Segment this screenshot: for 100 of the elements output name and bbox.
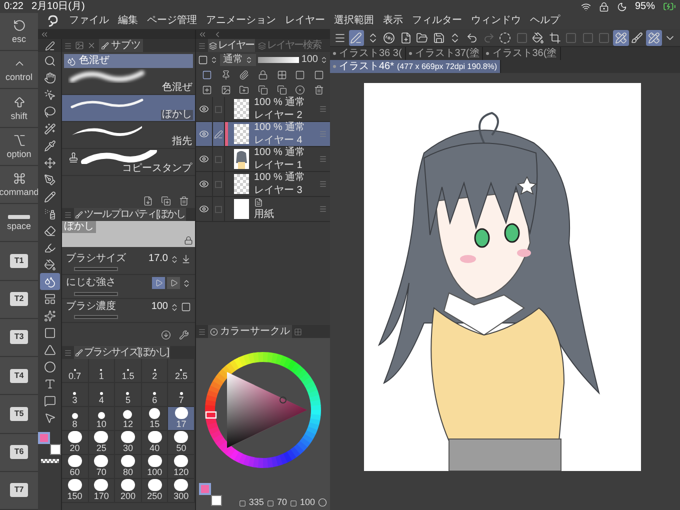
layer-panel-tab[interactable]: レイヤー <box>208 39 255 52</box>
brush-size-option[interactable]: 5 <box>115 383 142 407</box>
key-button[interactable]: space <box>0 204 38 242</box>
key-button[interactable]: T4 <box>0 357 38 396</box>
slider-track[interactable] <box>74 315 118 319</box>
menu-item[interactable]: 表示 <box>383 16 403 26</box>
toolbar-button[interactable] <box>348 30 364 46</box>
menu-item[interactable]: フィルター <box>412 16 462 26</box>
toolbar-button[interactable] <box>497 30 513 46</box>
color-swatch[interactable] <box>211 495 222 506</box>
brush-size-option[interactable]: 300 <box>168 479 195 503</box>
menu-item[interactable]: ファイル <box>69 16 109 26</box>
menu-item[interactable]: 編集 <box>118 16 138 26</box>
brush-size-option[interactable]: 150 <box>62 479 89 503</box>
key-button[interactable]: T2 <box>0 280 38 319</box>
brush-size-option[interactable]: 8 <box>62 407 89 431</box>
marker-icon <box>44 242 56 254</box>
key-button[interactable]: T3 <box>0 318 38 358</box>
menu-item[interactable]: ページ管理 <box>147 16 197 26</box>
toggle-option[interactable] <box>152 277 165 289</box>
layer-row[interactable]: 用紙 <box>196 197 330 222</box>
toolbar-button[interactable] <box>530 30 546 46</box>
brush-size-option[interactable]: 1.5 <box>115 359 142 383</box>
brush-size-option[interactable]: 2.5 <box>168 359 195 383</box>
brush-size-option[interactable]: 0.7 <box>62 359 89 383</box>
move-arrows-icon <box>44 156 56 168</box>
brush-size-option[interactable]: 70 <box>88 455 116 479</box>
brush-size-option[interactable]: 4 <box>88 383 116 407</box>
brush-size-option[interactable]: 40 <box>142 431 168 455</box>
key-button[interactable]: command <box>0 166 38 204</box>
brush-size-option[interactable]: 3 <box>62 383 89 407</box>
layer-row[interactable]: 100 % 通常 レイヤー 3 <box>196 172 330 197</box>
brush-size-option[interactable]: 17 <box>168 407 195 431</box>
color-swatch[interactable] <box>38 432 50 444</box>
layer-row[interactable]: 100 % 通常 レイヤー 4 <box>196 122 330 147</box>
key-button[interactable]: esc <box>0 13 38 52</box>
menu-item[interactable]: アニメーション <box>206 16 276 26</box>
opacity-slider[interactable] <box>258 56 300 62</box>
brush-size-option[interactable]: 250 <box>142 479 168 503</box>
tool-property-tab[interactable]: ツールプロパティ[ぼかし <box>74 208 186 221</box>
brush-size-option[interactable]: 50 <box>168 431 195 455</box>
brush-size-option[interactable]: 120 <box>168 455 195 479</box>
checkbox-icon[interactable] <box>215 180 222 188</box>
brush-size-option[interactable]: 170 <box>88 479 116 503</box>
sub-tool-tab[interactable]: サブツ <box>99 39 143 52</box>
opacity-value[interactable]: 100 <box>301 54 318 64</box>
menu-item[interactable]: ウィンドウ <box>471 16 521 26</box>
property-value[interactable]: 17.0 <box>148 254 168 264</box>
slider-track[interactable] <box>74 292 118 296</box>
layer-row[interactable]: 100 % 通常 レイヤー 1 <box>196 147 330 172</box>
toolbar-button[interactable] <box>646 30 662 46</box>
brush-size-option[interactable]: 25 <box>88 431 116 455</box>
property-value[interactable]: 100 <box>151 302 168 312</box>
key-button[interactable]: T6 <box>0 434 38 472</box>
key-button[interactable]: control <box>0 51 38 90</box>
transparent-color-icon[interactable] <box>40 459 58 463</box>
tool-button[interactable] <box>40 273 60 290</box>
brush-size-option[interactable]: 10 <box>88 407 116 431</box>
toggle-option[interactable] <box>167 277 180 289</box>
lock-icon <box>598 2 609 12</box>
key-button[interactable]: T5 <box>0 395 38 434</box>
brush-size-option[interactable]: 80 <box>115 455 142 479</box>
brush-size-option[interactable]: 2 <box>142 359 168 383</box>
menu-icon <box>64 348 72 356</box>
pin-icon <box>220 70 231 80</box>
toolbar-button[interactable] <box>546 30 562 46</box>
color-circle-tab[interactable]: カラーサークル <box>208 325 292 338</box>
color-swatch[interactable] <box>50 444 61 455</box>
key-button[interactable]: shift <box>0 89 38 128</box>
brush-size-option[interactable]: 30 <box>115 431 142 455</box>
brush-size-option[interactable]: 200 <box>115 479 142 503</box>
key-button[interactable]: T1 <box>0 242 38 281</box>
date-text: 2月10日(月) <box>31 2 85 12</box>
document-tab[interactable]: イラスト46* (477 x 669px 72dpi 190.8%) <box>330 60 502 73</box>
app-logo-icon[interactable] <box>46 15 60 27</box>
key-button[interactable]: option <box>0 128 38 166</box>
toolbar-button[interactable] <box>630 30 646 46</box>
brush-size-option[interactable]: 12 <box>115 407 142 431</box>
key-button[interactable]: T7 <box>0 472 38 510</box>
blend-mode-select[interactable]: 通常 <box>220 54 256 66</box>
checkbox-icon[interactable] <box>215 156 222 162</box>
brush-size-option[interactable]: 60 <box>62 455 89 479</box>
menu-item[interactable]: ヘルプ <box>530 16 560 26</box>
menu-item[interactable]: 選択範囲 <box>334 16 374 26</box>
sub-tool-group[interactable]: 色混ぜ <box>64 54 193 68</box>
color-swatch[interactable] <box>199 483 211 495</box>
sub-tool-item[interactable]: 指先 <box>62 122 195 149</box>
menu-item[interactable]: レイヤー <box>285 16 325 26</box>
checkbox-icon[interactable] <box>215 206 222 212</box>
brush-size-option[interactable]: 6 <box>142 383 168 407</box>
sub-tool-item[interactable]: ぼかし <box>62 95 195 122</box>
toolbar-button[interactable] <box>382 30 398 46</box>
checkbox-icon[interactable] <box>215 106 222 112</box>
toolbar-button[interactable] <box>613 30 629 46</box>
sub-tool-item[interactable]: コピースタンプ <box>62 149 195 176</box>
brush-size-option[interactable]: 100 <box>142 455 168 479</box>
brush-size-option[interactable]: 20 <box>62 431 89 455</box>
slider-track[interactable] <box>74 267 118 271</box>
brush-size-tab[interactable]: ブラシサイズ[ぼかし] <box>74 346 170 359</box>
brush-size-option[interactable]: 1 <box>88 359 116 383</box>
